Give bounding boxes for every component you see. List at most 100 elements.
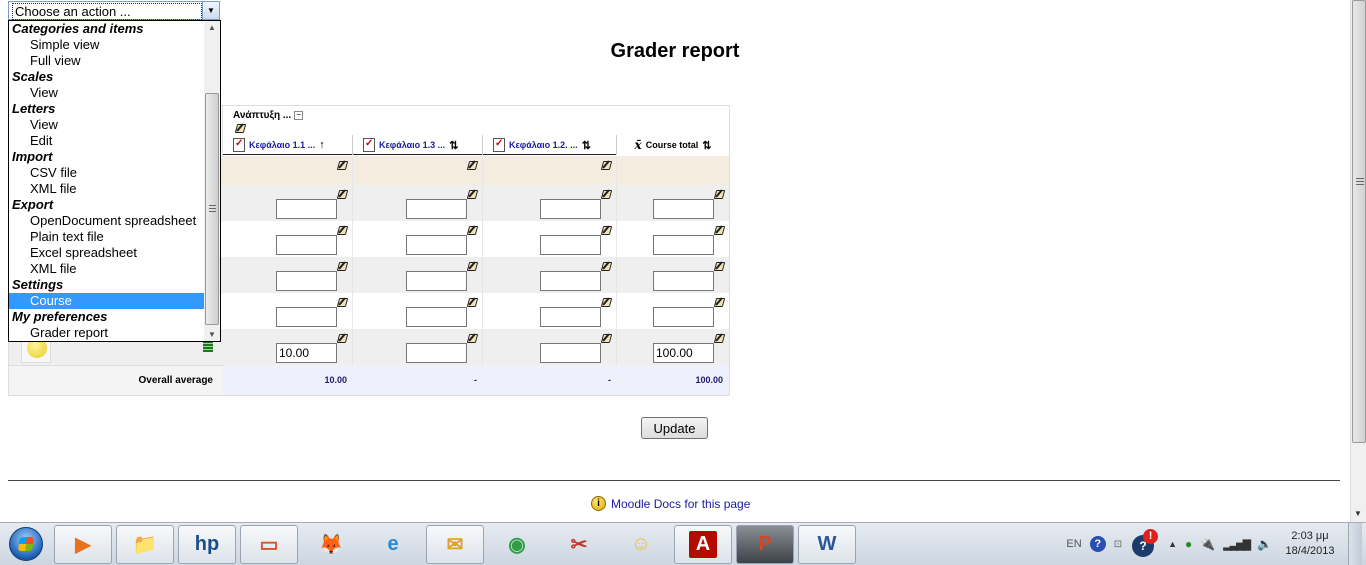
dropdown-option[interactable]: Plain text file	[9, 229, 205, 245]
grade-input[interactable]	[540, 199, 601, 219]
edit-icon[interactable]	[467, 160, 478, 171]
grade-input[interactable]	[653, 199, 714, 219]
taskbar-app-button[interactable]: W	[798, 524, 856, 564]
dropdown-option[interactable]: View	[9, 85, 205, 101]
edit-icon[interactable]	[337, 160, 348, 171]
action-select[interactable]: Choose an action ... ▼	[8, 1, 220, 20]
taskbar-app-button[interactable]: ☺	[612, 525, 670, 564]
edit-icon[interactable]	[714, 189, 725, 200]
sort-icon[interactable]: ⇅	[702, 139, 711, 152]
dropdown-option[interactable]: Excel spreadsheet	[9, 245, 205, 261]
page-scrollbar[interactable]: ▼	[1350, 0, 1366, 522]
scroll-thumb[interactable]	[1352, 0, 1366, 443]
edit-icon[interactable]	[337, 297, 348, 308]
edit-icon[interactable]	[337, 225, 348, 236]
scroll-thumb[interactable]	[205, 93, 219, 325]
taskbar-app-button[interactable]: e	[364, 525, 422, 564]
grade-input[interactable]	[276, 271, 337, 291]
network-icon[interactable]: ▂▃▅▇	[1223, 538, 1251, 551]
edit-icon[interactable]	[235, 123, 246, 134]
edit-icon[interactable]	[337, 189, 348, 200]
dropdown-option[interactable]: XML file	[9, 181, 205, 197]
grade-input[interactable]	[540, 235, 601, 255]
scroll-down-icon[interactable]: ▼	[1354, 509, 1362, 518]
sort-asc-icon[interactable]: ↑	[319, 139, 325, 151]
dropdown-option[interactable]: Simple view	[9, 37, 205, 53]
grade-input[interactable]	[276, 199, 337, 219]
edit-icon[interactable]	[714, 333, 725, 344]
edit-icon[interactable]	[601, 225, 612, 236]
edit-icon[interactable]	[467, 225, 478, 236]
edit-icon[interactable]	[601, 333, 612, 344]
edit-icon[interactable]	[601, 297, 612, 308]
column-header-2[interactable]: Κεφάλαιο 1.3 ... ⇅	[353, 135, 483, 155]
antivirus-icon[interactable]: ●	[1185, 537, 1192, 551]
grade-input[interactable]	[540, 343, 601, 363]
update-button[interactable]: Update	[641, 417, 708, 439]
taskbar-app-button[interactable]: ✉	[426, 524, 484, 564]
dropdown-option[interactable]: XML file	[9, 261, 205, 277]
edit-icon[interactable]	[601, 261, 612, 272]
taskbar-app-button[interactable]: ◉	[488, 525, 546, 564]
edit-icon[interactable]	[714, 297, 725, 308]
column-header-3[interactable]: Κεφάλαιο 1.2. ... ⇅	[483, 135, 617, 155]
taskbar-app-button[interactable]: hp	[178, 524, 236, 564]
show-desktop-button[interactable]	[1348, 522, 1362, 565]
dropdown-option[interactable]: OpenDocument spreadsheet	[9, 213, 205, 229]
grade-input[interactable]	[276, 343, 337, 363]
column-label[interactable]: Κεφάλαιο 1.3 ...	[379, 140, 445, 150]
edit-icon[interactable]	[337, 333, 348, 344]
edit-icon[interactable]	[467, 189, 478, 200]
grade-input[interactable]	[653, 307, 714, 327]
action-select-value[interactable]: Choose an action ...	[12, 3, 202, 20]
dropdown-option[interactable]: CSV file	[9, 165, 205, 181]
taskbar-app-button[interactable]: 🦊	[302, 525, 360, 564]
taskbar-app-button[interactable]: 📁	[116, 524, 174, 564]
taskbar-app-button[interactable]: ✂	[550, 525, 608, 564]
clock[interactable]: 2:03 μμ 18/4/2013	[1280, 529, 1340, 559]
language-indicator[interactable]: EN	[1066, 538, 1081, 550]
grade-input[interactable]	[406, 307, 467, 327]
dropdown-option[interactable]: Grader report	[9, 325, 205, 341]
edit-icon[interactable]	[714, 225, 725, 236]
action-center-alert-icon[interactable]	[1130, 529, 1160, 559]
scroll-down-icon[interactable]: ▼	[208, 330, 216, 339]
edit-icon[interactable]	[337, 261, 348, 272]
grade-input[interactable]	[406, 271, 467, 291]
taskbar-app-button[interactable]: P	[736, 524, 794, 564]
edit-icon[interactable]	[601, 160, 612, 171]
dropdown-option[interactable]: Full view	[9, 53, 205, 69]
edit-icon[interactable]	[467, 333, 478, 344]
taskbar-app-button[interactable]: ▭	[240, 524, 298, 564]
grade-input[interactable]	[653, 271, 714, 291]
dropdown-option[interactable]: View	[9, 117, 205, 133]
grade-input[interactable]	[653, 235, 714, 255]
edit-icon[interactable]	[714, 261, 725, 272]
column-label[interactable]: Κεφάλαιο 1.2. ...	[509, 140, 578, 150]
grade-input[interactable]	[653, 343, 714, 363]
show-hidden-icons[interactable]: ▲	[1168, 539, 1177, 549]
volume-icon[interactable]: 🔈	[1257, 537, 1272, 551]
edit-icon[interactable]	[467, 297, 478, 308]
grade-input[interactable]	[540, 271, 601, 291]
grade-grid-icon[interactable]	[203, 342, 213, 352]
dropdown-option[interactable]: Edit	[9, 133, 205, 149]
dropdown-scrollbar[interactable]: ▲ ▼	[204, 21, 220, 341]
grade-input[interactable]	[276, 307, 337, 327]
sort-icon[interactable]: ⇅	[582, 139, 591, 152]
help-icon[interactable]: ?	[1089, 536, 1106, 552]
scroll-up-icon[interactable]: ▲	[208, 23, 216, 32]
moodle-docs-link[interactable]: i Moodle Docs for this page	[591, 496, 750, 511]
taskbar-app-button[interactable]: ▶	[54, 524, 112, 564]
sort-icon[interactable]: ⇅	[449, 139, 458, 152]
grade-input[interactable]	[540, 307, 601, 327]
taskbar-app-button[interactable]: A	[674, 524, 732, 564]
dropdown-option[interactable]: Course	[9, 293, 205, 309]
grade-input[interactable]	[406, 343, 467, 363]
moodle-docs-label[interactable]: Moodle Docs for this page	[611, 497, 750, 511]
pen-input-icon[interactable]: ⊡	[1114, 539, 1122, 550]
grade-input[interactable]	[406, 199, 467, 219]
edit-icon[interactable]	[467, 261, 478, 272]
collapse-icon[interactable]: −	[294, 111, 304, 120]
power-icon[interactable]: 🔌	[1200, 537, 1215, 551]
